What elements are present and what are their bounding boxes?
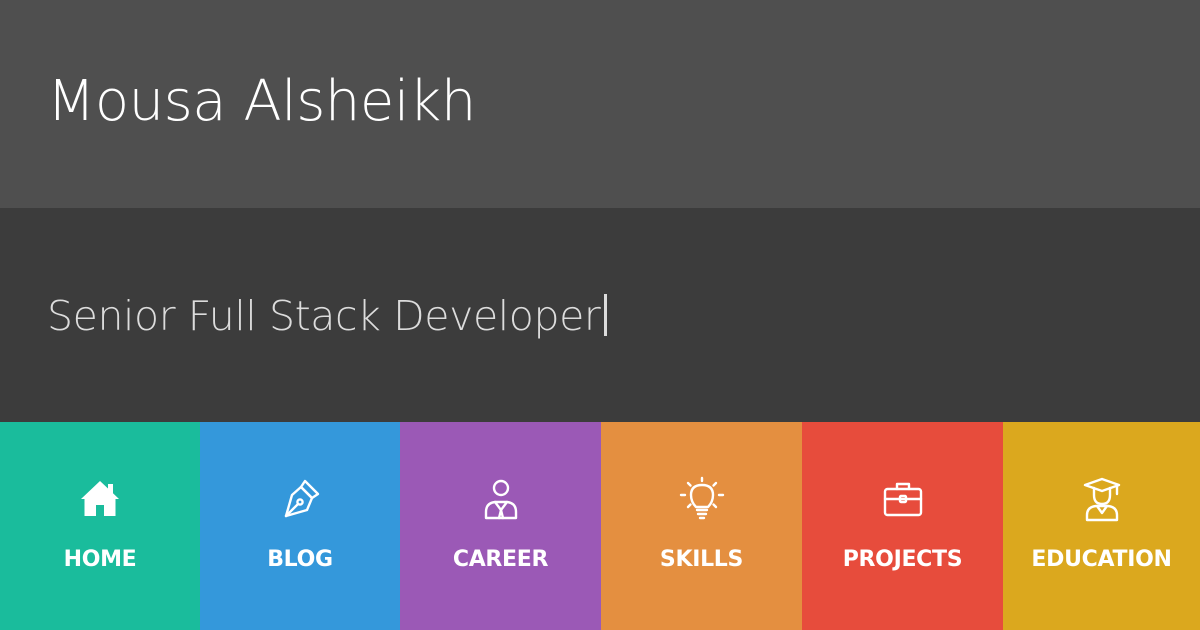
home-icon [77, 476, 123, 522]
nav-tile-blog[interactable]: BLOG [200, 422, 400, 630]
businessman-icon [478, 476, 524, 522]
nav-tile-projects[interactable]: PROJECTS [802, 422, 1003, 630]
nav-label-blog: BLOG [267, 547, 333, 572]
job-title-tagline: Senior Full Stack Developer [47, 290, 608, 342]
lightbulb-icon [679, 476, 725, 522]
nav-tile-home[interactable]: HOME [0, 422, 200, 630]
nav-tile-career[interactable]: CAREER [400, 422, 601, 630]
header: Mousa Alsheikh [0, 0, 1200, 208]
subheader: Senior Full Stack Developer [0, 208, 1200, 422]
site-owner-name: Mousa Alsheikh [47, 69, 476, 134]
briefcase-icon [880, 476, 926, 522]
nav-tile-skills[interactable]: SKILLS [601, 422, 802, 630]
nav-label-projects: PROJECTS [842, 547, 963, 572]
tagline-text: Senior Full Stack Developer [47, 292, 601, 340]
nav-label-career: CAREER [452, 547, 549, 572]
main-navigation: HOME BLOG CAREER SKILLS PROJECTS EDUCATI… [0, 422, 1200, 630]
nav-tile-education[interactable]: EDUCATION [1003, 422, 1200, 630]
graduate-icon [1079, 476, 1125, 522]
pen-nib-icon [277, 476, 323, 522]
nav-label-education: EDUCATION [1031, 547, 1172, 572]
typing-cursor [604, 294, 608, 336]
nav-label-skills: SKILLS [659, 547, 744, 572]
nav-label-home: HOME [63, 547, 137, 572]
